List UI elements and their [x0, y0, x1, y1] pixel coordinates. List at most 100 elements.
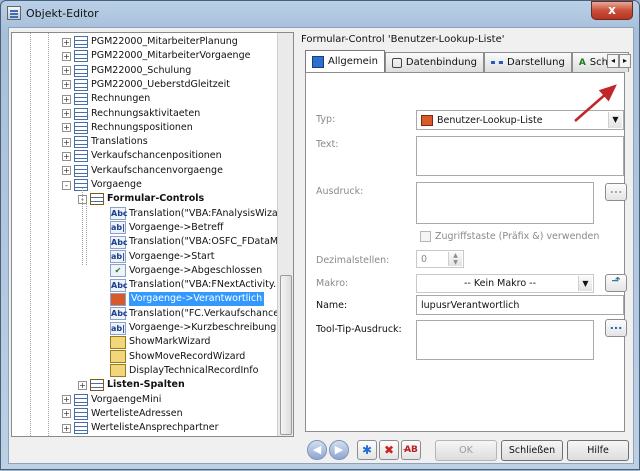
- expand-icon[interactable]: +: [62, 137, 71, 147]
- tree-item[interactable]: ab| Vorgaenge->Betreff: [98, 221, 223, 235]
- name-label: Name:: [316, 300, 348, 311]
- tab-darstellung[interactable]: Darstellung: [484, 52, 572, 72]
- tooltip-ellipsis-button[interactable]: ...: [605, 319, 627, 337]
- expand-icon[interactable]: +: [62, 109, 71, 118]
- dezimal-stepper[interactable]: 0 ▲ ▼: [416, 250, 464, 268]
- tree-item-label: Verkaufschancenvorgaenge: [91, 164, 223, 176]
- tree-item[interactable]: + VorgaengeMini: [62, 393, 161, 407]
- name-field[interactable]: lupusrVerantwortlich: [416, 295, 624, 315]
- window-title: Objekt-Editor: [26, 6, 99, 20]
- ausdruck-field[interactable]: [416, 182, 594, 224]
- forward-button[interactable]: ▶: [329, 440, 349, 460]
- expand-icon[interactable]: +: [62, 166, 71, 176]
- tree-item[interactable]: +WertelisteProdukte: [62, 435, 181, 436]
- expand-icon[interactable]: +: [62, 151, 71, 161]
- new-button[interactable]: ✱: [357, 440, 377, 460]
- table-icon: [74, 422, 88, 435]
- tree-item[interactable]: + WertelisteAnsprechpartner: [62, 421, 219, 435]
- tree-guide-line: [30, 33, 31, 436]
- tree-scrollbar[interactable]: [277, 33, 293, 436]
- expand-icon[interactable]: +: [62, 94, 71, 104]
- tree-item[interactable]: Abc Translation("VBA:FAnalysisWizard.L: [98, 207, 293, 221]
- tree-item[interactable]: + PGM22000_MitarbeiterVorgaenge: [62, 49, 250, 63]
- tree-item-label: DisplayTechnicalRecordInfo: [129, 364, 259, 376]
- tree-item[interactable]: + Rechnungsaktivitaeten: [62, 107, 200, 121]
- client-area: + PGM22000_MitarbeiterPlanung + PGM22000_Mi…: [8, 27, 634, 464]
- tree-item-label: ShowMarkWizard: [129, 336, 211, 348]
- tree-item[interactable]: ShowMoveRecordWizard: [98, 350, 245, 364]
- panel-title: Formular-Control 'Benutzer-Lookup-Liste': [301, 34, 505, 45]
- tree-item[interactable]: + Translations: [62, 135, 148, 149]
- tree-item[interactable]: + Listen-Spalten: [78, 378, 185, 392]
- ok-button[interactable]: OK: [435, 440, 497, 461]
- makro-select[interactable]: -- Kein Makro -- ▼: [416, 274, 594, 293]
- objekt-editor-window: Objekt-Editor x + PGM22000_MitarbeiterPla…: [0, 0, 640, 470]
- expand-icon[interactable]: +: [62, 395, 71, 404]
- tree-item[interactable]: ShowMarkWizard: [98, 335, 210, 349]
- hilfe-button[interactable]: Hilfe: [567, 440, 629, 461]
- expand-icon[interactable]: +: [62, 423, 71, 433]
- tree-item[interactable]: + PGM22000_MitarbeiterPlanung: [62, 35, 238, 49]
- table-icon: [74, 121, 88, 134]
- tree-item[interactable]: ✔ Vorgaenge->Abgeschlossen: [98, 264, 262, 278]
- back-button[interactable]: ◀: [307, 440, 327, 460]
- tree-item[interactable]: + WertelisteAdressen: [62, 407, 183, 421]
- tree-item-label: VorgaengeMini: [91, 393, 162, 405]
- tree-item[interactable]: Vorgaenge->Verantwortlich: [98, 292, 265, 307]
- expand-icon[interactable]: +: [62, 37, 71, 47]
- window-icon: [7, 6, 21, 20]
- text-field[interactable]: [416, 136, 624, 176]
- expand-icon[interactable]: +: [62, 51, 71, 61]
- spellcheck-button[interactable]: A̶B: [401, 440, 421, 460]
- tree-item[interactable]: - Formular-Controls: [78, 192, 204, 206]
- tree-item-label: Vorgaenge->Start: [129, 250, 215, 262]
- tree-item[interactable]: - Vorgaenge: [62, 178, 142, 192]
- tree-item-label: Vorgaenge: [91, 179, 142, 190]
- object-tree[interactable]: + PGM22000_MitarbeiterPlanung + PGM22000_Mi…: [11, 32, 294, 437]
- tree-item[interactable]: + PGM22000_Schulung: [62, 64, 191, 78]
- expand-icon[interactable]: +: [62, 123, 71, 133]
- makro-edit-button[interactable]: ⬏: [605, 274, 627, 292]
- folder-icon: [90, 379, 104, 392]
- ausdruck-ellipsis-button[interactable]: ...: [605, 183, 627, 201]
- tab-scroll-left-button[interactable]: ◂: [607, 54, 619, 68]
- tree-item[interactable]: DisplayTechnicalRecordInfo: [98, 364, 258, 378]
- tree-item[interactable]: + Verkaufschancenvorgaenge: [62, 164, 223, 178]
- tab-label: Darstellung: [507, 57, 565, 68]
- script-icon: [110, 364, 126, 378]
- tree-item[interactable]: + Verkaufschancenpositionen: [62, 149, 222, 163]
- stepper-arrows-icon: ▲ ▼: [448, 252, 462, 266]
- dezimal-value: 0: [421, 253, 428, 265]
- tree-item[interactable]: ab| Vorgaenge->Start: [98, 250, 215, 264]
- tree-item[interactable]: Abc Translation("VBA:FNextActivity.Lab: [98, 278, 293, 292]
- schliessen-button[interactable]: Schließen: [501, 440, 563, 461]
- expand-icon[interactable]: +: [62, 409, 71, 419]
- tree-item[interactable]: Abc Translation("FC.Verkaufschancenvo: [98, 307, 293, 321]
- tab-datenbindung[interactable]: Datenbindung: [384, 52, 484, 72]
- close-window-button[interactable]: x: [591, 1, 633, 20]
- expand-icon[interactable]: +: [62, 66, 71, 76]
- textbox-control-icon: ab|: [110, 221, 126, 235]
- makro-value: -- Kein Makro --: [463, 278, 537, 289]
- tab-scroll-right-button[interactable]: ▸: [619, 54, 631, 68]
- collapse-icon[interactable]: -: [62, 180, 71, 190]
- tree-item-label: WertelisteAnsprechpartner: [91, 422, 219, 434]
- tree-item-label: WertelisteAdressen: [91, 407, 183, 419]
- delete-button[interactable]: ✖: [379, 440, 399, 460]
- makro-label: Makro:: [316, 278, 349, 289]
- table-icon: [74, 150, 88, 163]
- tree-item[interactable]: + Rechnungspositionen: [62, 121, 193, 135]
- tab-allgemein[interactable]: Allgemein: [305, 50, 385, 72]
- tree-item[interactable]: + Rechnungen: [62, 92, 150, 106]
- zugriff-checkbox[interactable]: [420, 231, 431, 242]
- typ-select[interactable]: Benutzer-Lookup-Liste ▼: [416, 110, 624, 130]
- script-icon: [110, 350, 126, 364]
- expand-icon[interactable]: +: [62, 80, 71, 90]
- expand-icon[interactable]: +: [78, 380, 87, 390]
- tree-item[interactable]: ab| Vorgaenge->Kurzbeschreibung: [98, 321, 276, 335]
- tree-item-label: Vorgaenge->Abgeschlossen: [129, 264, 263, 276]
- tree-item[interactable]: + PGM22000_UeberstdGleitzeit: [62, 78, 230, 92]
- tree-scrollbar-thumb[interactable]: [280, 275, 292, 435]
- tooltip-field[interactable]: [416, 320, 594, 360]
- tree-item[interactable]: Abc Translation("VBA:OSFC_FDataMain: [98, 235, 293, 249]
